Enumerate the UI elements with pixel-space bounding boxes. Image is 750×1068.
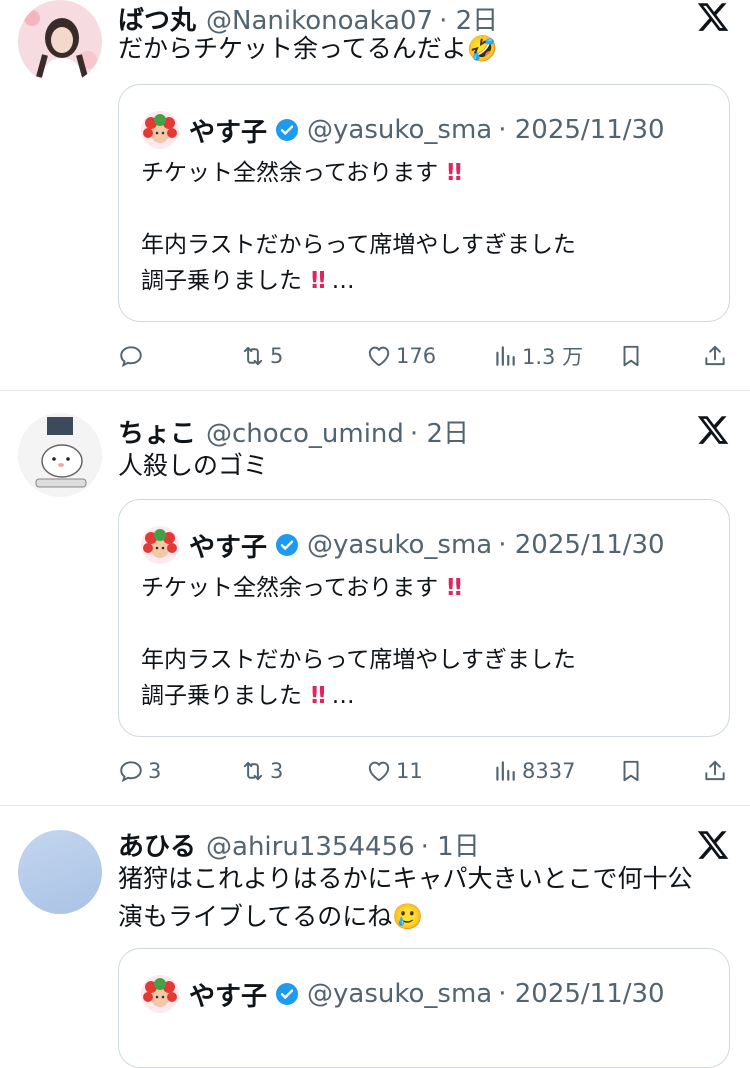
avatar-image	[18, 0, 102, 84]
like-button[interactable]: 11	[366, 755, 423, 787]
display-name[interactable]: ちょこ	[118, 419, 196, 449]
verified-badge-icon	[275, 533, 299, 557]
bookmark-icon	[618, 758, 644, 784]
views-button[interactable]: 8337	[492, 755, 575, 787]
quoted-avatar	[141, 526, 179, 564]
views-button[interactable]: 1.3 万	[492, 340, 583, 372]
ellipsis: …	[331, 683, 355, 709]
double-exclamation-icon: !!	[445, 575, 463, 601]
retweet-button[interactable]: 5	[240, 340, 283, 372]
quoted-handle: @yasuko_sma	[307, 115, 493, 145]
like-count: 176	[396, 344, 437, 368]
avatar[interactable]	[18, 0, 102, 84]
tweet-text-content: 人殺しのゴミ	[118, 451, 269, 480]
quoted-line-3: 調子乗りました	[141, 268, 302, 294]
user-handle[interactable]: @choco_umind	[206, 419, 404, 449]
double-exclamation-icon: !!	[309, 683, 327, 709]
reply-icon	[118, 758, 144, 784]
retweet-icon	[240, 758, 266, 784]
reply-button[interactable]	[118, 340, 148, 372]
tweet-text: だからチケット余ってるんだよ🤣	[118, 30, 498, 68]
quoted-display-name: やす子	[189, 532, 268, 563]
timestamp[interactable]: · 2日	[410, 419, 469, 449]
avatar[interactable]	[18, 413, 102, 497]
quoted-author-line: やす子 @yasuko_sma · 2025/11/30	[141, 110, 665, 150]
user-handle[interactable]: @ahiru1354456	[206, 832, 415, 862]
action-bar: 5 176 1.3 万	[118, 340, 730, 372]
quoted-text: チケット全然余っております !! 年内ラストだからって席増やしすぎました 調子乗…	[141, 155, 576, 299]
share-icon	[702, 758, 728, 784]
quoted-date: · 2025/11/30	[498, 530, 665, 560]
double-exclamation-icon: !!	[309, 268, 327, 294]
reply-button[interactable]: 3	[118, 755, 161, 787]
ellipsis: …	[331, 268, 355, 294]
bookmark-icon	[618, 343, 644, 369]
x-logo-icon	[696, 0, 730, 34]
views-icon	[492, 343, 518, 369]
x-logo-icon	[696, 828, 730, 862]
retweet-button[interactable]: 3	[240, 755, 283, 787]
quoted-line-1: チケット全然余っております	[141, 575, 439, 601]
quoted-author-line: やす子 @yasuko_sma · 2025/11/30	[141, 525, 665, 565]
verified-badge-icon	[275, 118, 299, 142]
quoted-avatar	[141, 975, 179, 1013]
quoted-date: · 2025/11/30	[498, 115, 665, 145]
retweet-icon	[240, 343, 266, 369]
quoted-line-2: 年内ラストだからって席増やしすぎました	[141, 647, 576, 673]
like-icon	[366, 758, 392, 784]
quoted-author-line: やす子 @yasuko_sma · 2025/11/30	[141, 974, 665, 1014]
tweet-text: 人殺しのゴミ	[118, 447, 268, 485]
reply-count: 3	[148, 759, 162, 783]
tweet[interactable]: ちょこ @choco_umind · 2日 人殺しのゴミ やす子 @yasuko_s…	[0, 391, 750, 805]
quoted-handle: @yasuko_sma	[307, 979, 493, 1009]
action-bar: 3 3 11 8337	[118, 755, 730, 787]
tweet[interactable]: あひる @ahiru1354456 · 1日 猪狩はこれよりはるかにキャパ大きいとこ…	[0, 806, 750, 1068]
avatar-image	[18, 413, 102, 497]
retweet-count: 5	[270, 344, 284, 368]
quoted-text: チケット全然余っております !! 年内ラストだからって席増やしすぎました 調子乗…	[141, 570, 576, 714]
quoted-handle: @yasuko_sma	[307, 530, 493, 560]
bookmark-button[interactable]	[618, 340, 648, 372]
share-button[interactable]	[702, 755, 732, 787]
tweet-text-line-1: 猪狩はこれよりはるかにキャパ大きいとこで何十公	[118, 864, 693, 893]
double-exclamation-icon: !!	[445, 160, 463, 186]
tweet[interactable]: ばつ丸 @Nanikonoaka07 · 2日 だからチケット余ってるんだよ🤣 やす…	[0, 0, 750, 390]
tweet-text-line-2: 演もライブしてるのにね	[118, 902, 393, 931]
quoted-avatar	[141, 111, 179, 149]
retweet-count: 3	[270, 759, 284, 783]
author-line: ちょこ @choco_umind · 2日	[118, 413, 469, 450]
quoted-line-2: 年内ラストだからって席増やしすぎました	[141, 232, 576, 258]
quoted-tweet[interactable]: やす子 @yasuko_sma · 2025/11/30	[118, 948, 730, 1068]
quoted-date: · 2025/11/30	[498, 979, 665, 1009]
quoted-line-3: 調子乗りました	[141, 683, 302, 709]
like-icon	[366, 343, 392, 369]
tear-smile-emoji: 🥲	[392, 902, 424, 931]
display-name[interactable]: あひる	[118, 832, 196, 862]
avatar[interactable]	[18, 830, 102, 914]
bookmark-button[interactable]	[618, 755, 648, 787]
timestamp[interactable]: · 1日	[421, 832, 480, 862]
views-count: 8337	[522, 759, 576, 783]
x-logo-icon	[696, 413, 730, 447]
share-button[interactable]	[702, 340, 732, 372]
tweet-text-content: だからチケット余ってるんだよ	[118, 34, 467, 63]
views-icon	[492, 758, 518, 784]
share-icon	[702, 343, 728, 369]
quoted-display-name: やす子	[189, 981, 268, 1012]
author-line: あひる @ahiru1354456 · 1日	[118, 826, 480, 863]
rofl-emoji: 🤣	[466, 34, 498, 63]
tweet-text: 猪狩はこれよりはるかにキャパ大きいとこで何十公 演もライブしてるのにね🥲	[118, 860, 693, 936]
like-button[interactable]: 176	[366, 340, 436, 372]
quoted-tweet[interactable]: やす子 @yasuko_sma · 2025/11/30 チケット全然余っており…	[118, 84, 730, 322]
like-count: 11	[396, 759, 423, 783]
quoted-display-name: やす子	[189, 117, 268, 148]
quoted-tweet[interactable]: やす子 @yasuko_sma · 2025/11/30 チケット全然余っており…	[118, 499, 730, 737]
quoted-line-1: チケット全然余っております	[141, 160, 439, 186]
views-count: 1.3 万	[522, 345, 584, 369]
verified-badge-icon	[275, 982, 299, 1006]
reply-icon	[118, 343, 144, 369]
